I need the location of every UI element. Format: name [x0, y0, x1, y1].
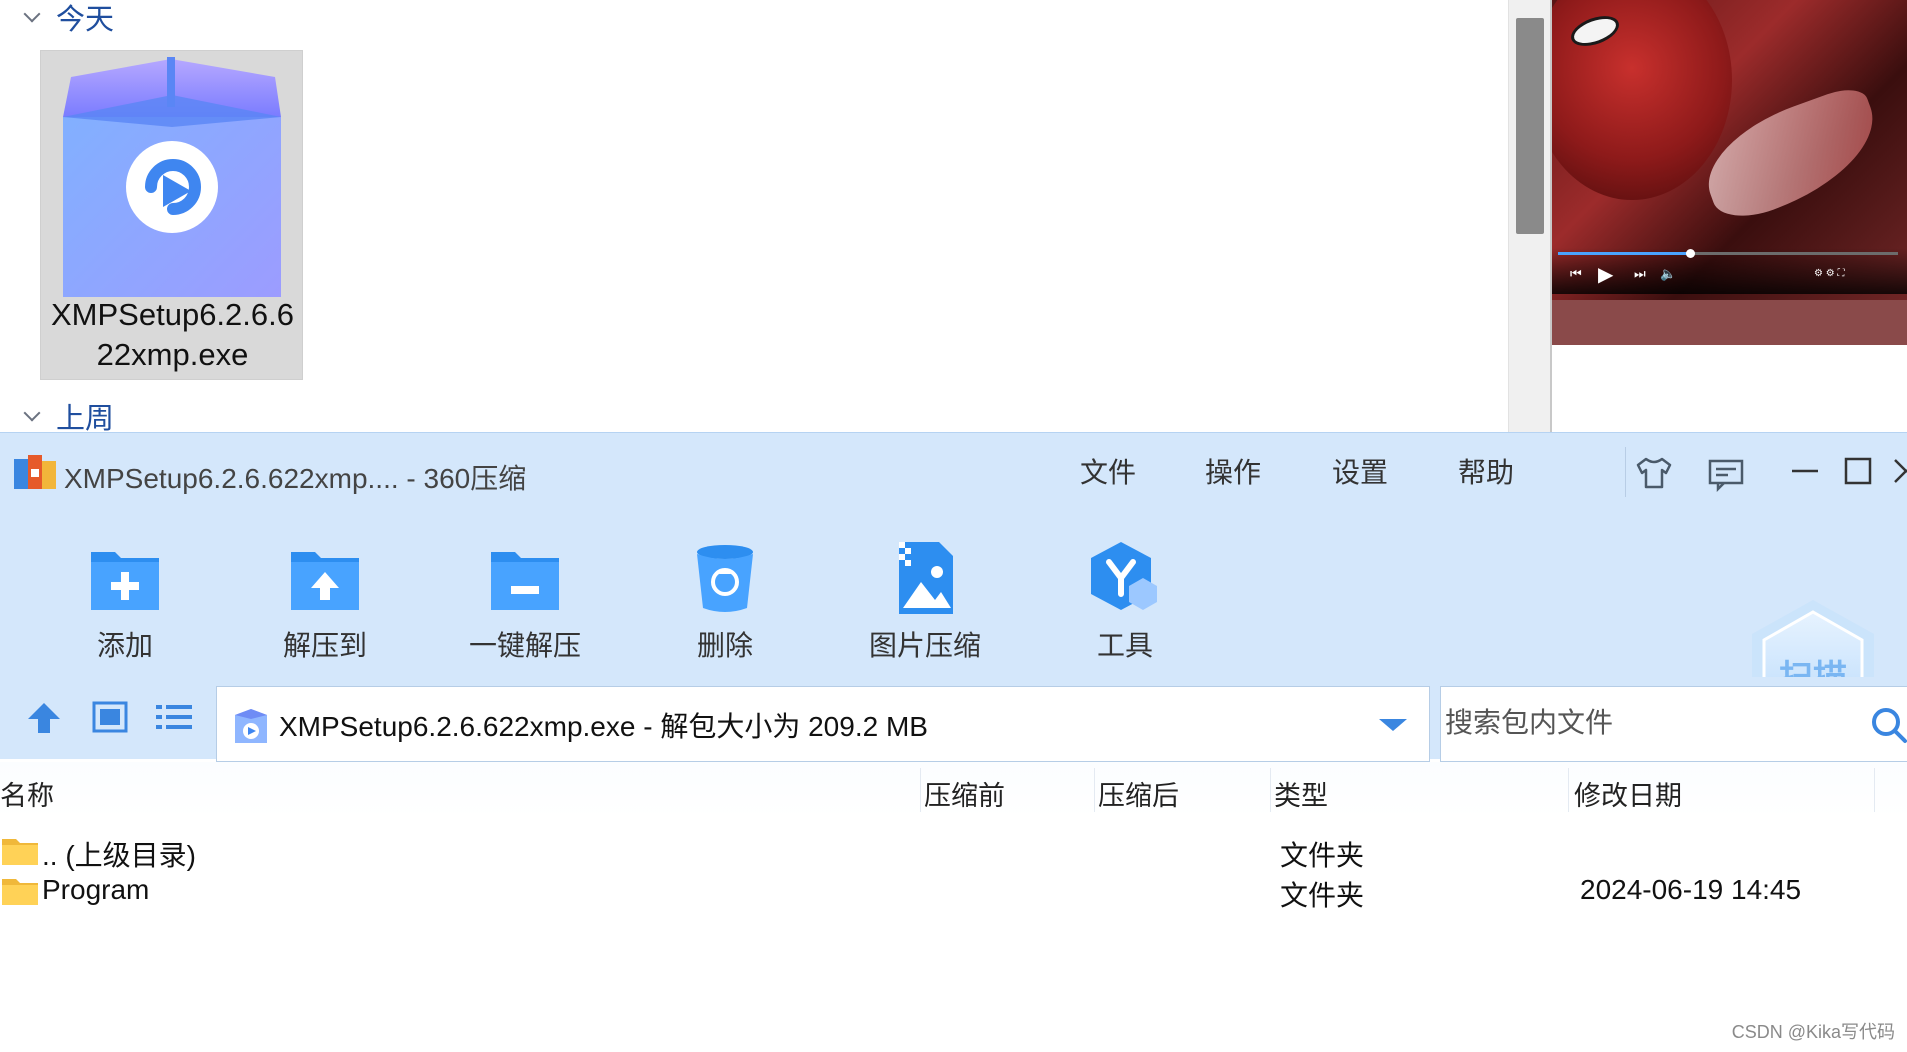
- preview-pane: ⏮ ▶ ⏭ 🔈 ⚙ ⚙ ⛶: [1552, 0, 1907, 432]
- group-header-today[interactable]: 今天: [22, 0, 114, 38]
- tools-icon: [1091, 542, 1157, 610]
- row-type: 文件夹: [1280, 880, 1365, 911]
- image-compress-label: 图片压缩: [868, 630, 981, 661]
- image-compress-button[interactable]: 图片压缩: [845, 512, 1005, 662]
- search-box[interactable]: [1440, 686, 1907, 762]
- chevron-down-icon: [22, 7, 42, 27]
- tools-label: 工具: [1096, 630, 1153, 661]
- extract-to-button[interactable]: 解压到: [245, 512, 405, 662]
- title-bar[interactable]: XMPSetup6.2.6.622xmp.... - 360压缩 文件 操作 设…: [0, 432, 1907, 512]
- player-options-icon[interactable]: ⚙ ⚙ ⛶: [1814, 268, 1845, 279]
- column-header-modified[interactable]: 修改日期: [1574, 774, 1682, 813]
- video-thumbnail: ⏮ ▶ ⏭ 🔈 ⚙ ⚙ ⛶: [1552, 0, 1907, 345]
- minimize-icon[interactable]: [1790, 451, 1820, 491]
- vertical-scrollbar[interactable]: [1508, 0, 1550, 432]
- group-header-label: 今天: [56, 4, 115, 36]
- trash-icon: [697, 545, 753, 612]
- add-label: 添加: [96, 630, 153, 661]
- previous-icon[interactable]: ⏮: [1570, 266, 1582, 282]
- maximize-icon[interactable]: [1843, 451, 1873, 491]
- menu-operations[interactable]: 操作: [1205, 451, 1261, 491]
- extract-to-icon: [291, 552, 359, 610]
- column-separator[interactable]: [920, 768, 921, 812]
- file-name-label: XMPSetup6.2.6.622xmp.exe: [51, 297, 294, 372]
- video-progress-bar[interactable]: [1558, 249, 1898, 258]
- extract-to-label: 解压到: [282, 630, 367, 661]
- file-tile-selected[interactable]: XMPSetup6.2.6.622xmp.exe: [40, 50, 303, 380]
- column-separator[interactable]: [1568, 768, 1569, 812]
- row-date: 2024-06-19 14:45: [1580, 874, 1802, 905]
- row-type: 文件夹: [1280, 840, 1365, 871]
- close-icon[interactable]: [1893, 451, 1907, 491]
- menu-settings[interactable]: 设置: [1332, 451, 1388, 491]
- column-header-type[interactable]: 类型: [1274, 774, 1328, 813]
- group-header-last-week[interactable]: 上周: [22, 395, 114, 437]
- watermark-text: CSDN @Kika写代码: [1731, 1022, 1895, 1042]
- list-view-icon[interactable]: [154, 697, 194, 737]
- skin-shirt-icon[interactable]: [1634, 453, 1674, 493]
- video-progress-knob[interactable]: [1686, 249, 1695, 258]
- one-click-extract-label: 一键解压: [468, 630, 581, 661]
- column-header-size-after[interactable]: 压缩后: [1098, 774, 1179, 813]
- table-row[interactable]: .. (上级目录) 文件夹: [0, 832, 1907, 872]
- one-click-extract-icon: [491, 552, 559, 610]
- menu-file[interactable]: 文件: [1080, 451, 1136, 491]
- screen: 今天 XMPSetup6.2.6.622xmp.exe 上周 ⏮ ▶ ⏭ 🔈 ⚙…: [0, 0, 1907, 1052]
- video-progress-fill: [1558, 252, 1690, 255]
- one-click-extract-button[interactable]: 一键解压: [445, 512, 605, 662]
- file-explorer-pane: 今天 XMPSetup6.2.6.622xmp.exe 上周: [0, 0, 1550, 435]
- address-field[interactable]: XMPSetup6.2.6.622xmp.exe - 解包大小为 209.2 M…: [216, 686, 1430, 762]
- main-toolbar: 添加 解压到 一键解压 删除 图片压缩 工具: [0, 512, 1907, 746]
- add-button[interactable]: 添加: [45, 512, 205, 662]
- delete-button[interactable]: 删除: [645, 512, 805, 662]
- search-icon[interactable]: [1869, 705, 1907, 745]
- video-bottom-strip: [1552, 300, 1907, 345]
- thumbnail-view-icon[interactable]: [90, 697, 130, 737]
- folder-icon: [2, 879, 38, 905]
- column-header-name[interactable]: 名称: [0, 774, 54, 813]
- delete-label: 删除: [696, 630, 753, 661]
- group-header-label: 上周: [56, 403, 115, 435]
- menu-help[interactable]: 帮助: [1458, 451, 1514, 491]
- table-row[interactable]: Program 文件夹 2024-06-19 14:45: [0, 872, 1907, 912]
- window-title: XMPSetup6.2.6.622xmp.... - 360压缩: [64, 463, 527, 494]
- image-compress-icon: [899, 542, 953, 614]
- installer-box-icon: [63, 57, 281, 297]
- row-name: Program: [42, 874, 150, 905]
- archive-file-icon: [235, 709, 267, 743]
- column-separator[interactable]: [1270, 768, 1271, 812]
- app-logo-icon: [14, 455, 56, 489]
- up-arrow-icon[interactable]: [24, 697, 64, 737]
- address-text: XMPSetup6.2.6.622xmp.exe - 解包大小为 209.2 M…: [279, 711, 928, 742]
- row-name: .. (上级目录): [42, 840, 196, 871]
- search-input[interactable]: [1445, 703, 1845, 743]
- chevron-down-icon: [22, 406, 42, 426]
- archive-window: XMPSetup6.2.6.622xmp.... - 360压缩 文件 操作 设…: [0, 432, 1907, 1052]
- add-folder-icon: [91, 552, 159, 610]
- volume-icon[interactable]: 🔈: [1660, 266, 1676, 282]
- tools-button[interactable]: 工具: [1045, 512, 1205, 662]
- file-list-header: 名称 压缩前 压缩后 类型 修改日期: [0, 762, 1907, 818]
- folder-icon: [2, 839, 38, 865]
- next-icon[interactable]: ⏭: [1634, 266, 1646, 282]
- column-header-size-before[interactable]: 压缩前: [924, 774, 1005, 813]
- column-separator[interactable]: [1094, 768, 1095, 812]
- column-separator[interactable]: [1874, 768, 1875, 812]
- titlebar-separator: [1625, 447, 1626, 497]
- scroll-thumb[interactable]: [1516, 18, 1544, 234]
- play-icon[interactable]: ▶: [1598, 262, 1613, 287]
- dropdown-arrow-icon[interactable]: [1379, 719, 1407, 731]
- feedback-icon[interactable]: [1706, 453, 1746, 493]
